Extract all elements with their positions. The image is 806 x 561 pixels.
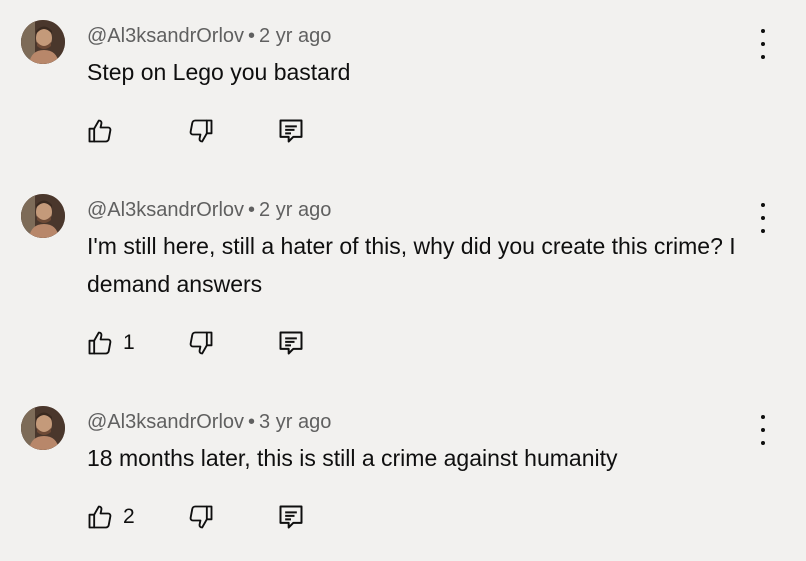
- avatar[interactable]: [21, 406, 65, 450]
- author-name[interactable]: @Al3ksandrOrlov: [87, 411, 244, 433]
- more-vert-icon[interactable]: [752, 203, 774, 233]
- thumbs-down-icon: [189, 505, 213, 529]
- thumbs-up-icon: [88, 331, 112, 355]
- more-vert-icon[interactable]: [752, 29, 774, 59]
- dislike-button[interactable]: [187, 327, 215, 359]
- reply-button[interactable]: [277, 115, 305, 147]
- reply-icon: [279, 505, 303, 529]
- dislike-button[interactable]: [187, 501, 215, 533]
- like-count: 1: [123, 331, 135, 354]
- avatar[interactable]: [21, 194, 65, 238]
- timestamp[interactable]: 2 yr ago: [259, 25, 331, 47]
- like-button[interactable]: 2: [86, 501, 135, 533]
- separator-dot: •: [248, 199, 256, 221]
- reply-button[interactable]: [277, 501, 305, 533]
- author-name[interactable]: @Al3ksandrOrlov: [87, 199, 244, 221]
- reply-icon: [279, 331, 303, 355]
- dislike-button[interactable]: [187, 115, 215, 147]
- reply-button[interactable]: [277, 327, 305, 359]
- like-button[interactable]: 1: [86, 327, 135, 359]
- comment-text: I'm still here, still a hater of this, w…: [87, 233, 736, 297]
- like-button[interactable]: [86, 115, 123, 147]
- like-count: 2: [123, 505, 135, 528]
- author-name[interactable]: @Al3ksandrOrlov: [87, 25, 244, 47]
- thumbs-down-icon: [189, 119, 213, 143]
- avatar[interactable]: [21, 20, 65, 64]
- comment-text: 18 months later, this is still a crime a…: [87, 445, 618, 471]
- comment-meta: @Al3ksandrOrlov • 3 yr ago: [87, 409, 331, 435]
- comment-text: Step on Lego you bastard: [87, 59, 351, 85]
- separator-dot: •: [248, 411, 256, 433]
- reply-icon: [279, 119, 303, 143]
- comment-meta: @Al3ksandrOrlov • 2 yr ago: [87, 23, 331, 49]
- comment-meta: @Al3ksandrOrlov • 2 yr ago: [87, 197, 331, 223]
- thumbs-down-icon: [189, 331, 213, 355]
- thumbs-up-icon: [88, 505, 112, 529]
- timestamp[interactable]: 3 yr ago: [259, 411, 331, 433]
- timestamp[interactable]: 2 yr ago: [259, 199, 331, 221]
- more-vert-icon[interactable]: [752, 415, 774, 445]
- thumbs-up-icon: [88, 119, 112, 143]
- separator-dot: •: [248, 25, 256, 47]
